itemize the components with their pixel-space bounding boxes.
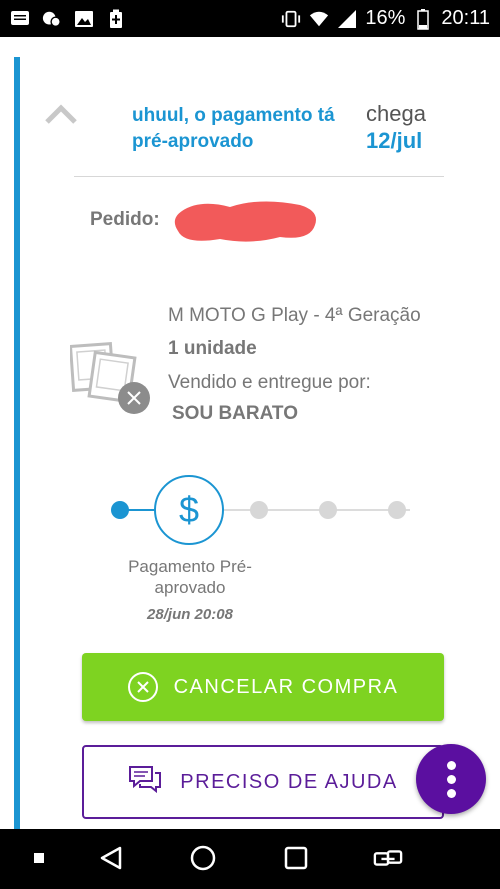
seller-name: SOU BARATO: [172, 403, 298, 424]
product-name: M MOTO G Play - 4ª Geração: [168, 305, 421, 326]
status-bar: 16% 20:11: [0, 0, 500, 37]
back-icon[interactable]: [96, 843, 126, 873]
redacted-order-number: [174, 201, 316, 242]
dot: [446, 774, 456, 784]
progress-step-pending: [250, 501, 268, 519]
dot-indicator-icon: [24, 843, 54, 873]
home-icon[interactable]: [188, 843, 218, 873]
multiwindow-icon[interactable]: [373, 843, 403, 873]
arrives-label: chega: [366, 101, 426, 126]
dot: [446, 788, 456, 798]
step-time: 28/jun 20:08: [147, 606, 233, 623]
more-options-fab[interactable]: [416, 744, 486, 814]
divider: [74, 176, 444, 177]
step-label: Pagamento Pré-aprovado: [128, 557, 252, 597]
gallery-icon: [74, 9, 94, 29]
progress-step-pending: [319, 501, 337, 519]
navigation-bar: [0, 829, 500, 889]
recents-icon[interactable]: [281, 843, 311, 873]
progress-step-done: [111, 501, 129, 519]
signal-icon: [337, 9, 357, 29]
wifi-icon: [309, 9, 329, 29]
order-detail-screen: uhuul, o pagamento tá pré-aprovado chega…: [0, 37, 500, 829]
clock: 20:11: [441, 7, 490, 29]
progress-step-current: $: [154, 475, 224, 545]
order-label: Pedido:: [90, 209, 160, 230]
arrives-date: 12/jul: [366, 128, 423, 153]
message-icon: [10, 9, 30, 29]
vibrate-icon: [281, 9, 301, 29]
battery-saver-icon: [106, 9, 126, 29]
chat-icon: [128, 765, 162, 799]
cancel-order-label: CANCELAR COMPRA: [173, 675, 399, 698]
cancel-icon: [127, 672, 158, 702]
dot: [446, 760, 456, 770]
sold-by-label: Vendido e entregue por:: [168, 372, 371, 393]
battery-percent: 16%: [365, 7, 406, 29]
battery-icon: [413, 8, 433, 30]
product-quantity: 1 unidade: [168, 338, 257, 359]
order-card: uhuul, o pagamento tá pré-aprovado chega…: [14, 57, 474, 829]
cancel-order-button[interactable]: CANCELAR COMPRA: [82, 653, 444, 721]
dollar-icon: $: [178, 489, 200, 530]
weather-icon: [42, 9, 62, 29]
unavailable-icon: [118, 382, 150, 414]
chevron-up-icon[interactable]: [44, 101, 78, 127]
need-help-button[interactable]: PRECISO DE AJUDA: [82, 745, 444, 819]
status-title: uhuul, o pagamento tá pré-aprovado: [132, 105, 335, 152]
need-help-label: PRECISO DE AJUDA: [180, 770, 398, 793]
progress-step-pending: [388, 501, 406, 519]
